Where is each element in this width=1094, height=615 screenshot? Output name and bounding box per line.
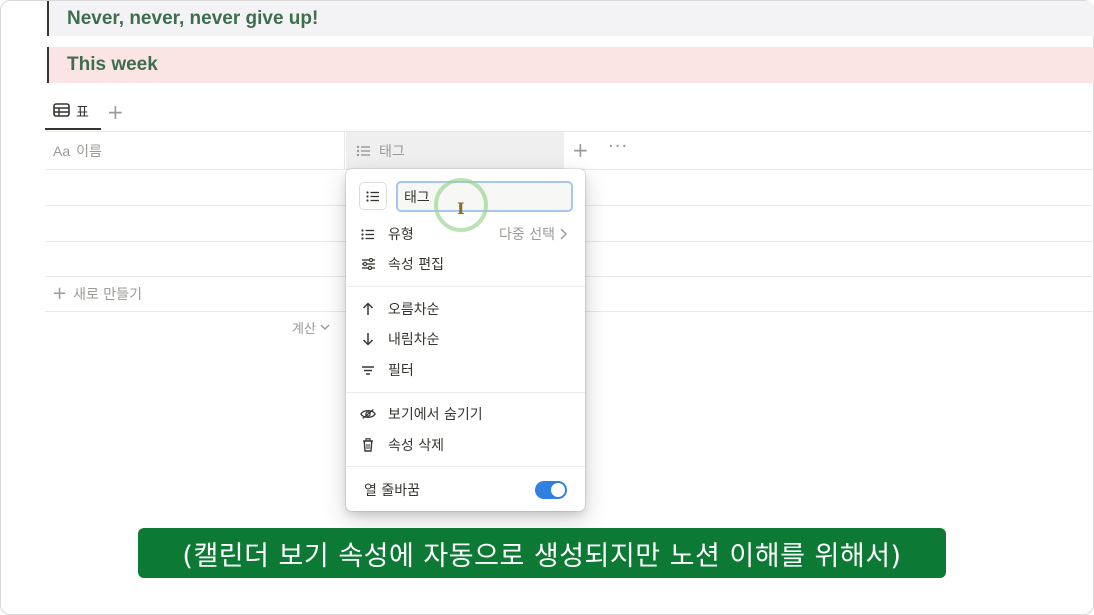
callout-text: Never, never, never give up! — [67, 7, 319, 29]
menu-item-edit-property[interactable]: 속성 편집 — [346, 250, 585, 278]
menu-item-label: 열 줄바꿈 — [364, 483, 420, 499]
column-label: 태그 — [379, 143, 405, 160]
menu-item-label: 오름차순 — [388, 302, 440, 318]
list-icon — [360, 228, 376, 240]
menu-item-type[interactable]: 유형 다중 선택 — [346, 220, 585, 248]
trash-icon — [360, 438, 376, 452]
calculate-button[interactable]: 계산 — [292, 318, 330, 337]
wrap-toggle[interactable] — [535, 481, 567, 499]
menu-divider — [346, 286, 585, 287]
menu-item-delete-property[interactable]: 속성 삭제 — [346, 431, 585, 459]
menu-item-label: 내림차순 — [388, 332, 440, 348]
arrow-up-icon — [360, 302, 376, 316]
menu-item-label: 필터 — [388, 363, 414, 379]
column-label: 이름 — [76, 143, 102, 160]
menu-item-label: 유형 — [388, 227, 414, 243]
menu-item-label: 보기에서 숨기기 — [388, 407, 483, 423]
text-cursor-icon: I — [457, 199, 465, 218]
view-tabs: 표 + — [45, 96, 1094, 132]
property-icon-button[interactable] — [359, 182, 387, 210]
plus-icon: + — [52, 283, 68, 304]
column-header-name[interactable]: Aa 이름 — [45, 132, 345, 169]
arrow-down-icon — [360, 332, 376, 346]
more-options-button[interactable]: ··· — [608, 136, 628, 157]
new-row-button[interactable]: + 새로 만들기 — [52, 283, 142, 304]
tab-label: 표 — [76, 105, 89, 121]
type-value: 다중 선택 — [499, 224, 567, 244]
menu-item-label: 속성 삭제 — [388, 438, 444, 454]
menu-item-label: 속성 편집 — [388, 257, 444, 273]
calc-label: 계산 — [292, 322, 316, 337]
menu-item-hide-in-view[interactable]: 보기에서 숨기기 — [346, 400, 585, 428]
eye-off-icon — [360, 408, 376, 420]
video-subtitle: (캘린더 보기 속성에 자동으로 생성되지만 노션 이해를 위해서) — [138, 528, 946, 578]
list-icon — [356, 145, 371, 157]
callout-this-week: This week — [47, 47, 1094, 83]
add-column-button[interactable]: + — [572, 138, 589, 162]
tab-table-view[interactable]: 표 — [45, 96, 101, 130]
chevron-right-icon — [559, 228, 567, 240]
chevron-down-icon — [320, 320, 330, 335]
sliders-icon — [360, 258, 376, 270]
menu-item-sort-ascending[interactable]: 오름차순 — [346, 295, 585, 323]
callout-text: This week — [67, 54, 158, 75]
filter-icon — [360, 365, 376, 376]
menu-item-sort-descending[interactable]: 내림차순 — [346, 325, 585, 353]
table-header-row: Aa 이름 태그 + ··· — [45, 132, 1094, 170]
list-icon — [366, 190, 380, 202]
menu-item-wrap-column[interactable]: 열 줄바꿈 — [346, 476, 585, 504]
property-menu: I 유형 다중 선택 속성 편집 오름차순 — [346, 169, 585, 511]
type-value-label: 다중 선택 — [499, 227, 555, 243]
menu-divider — [346, 466, 585, 467]
new-row-label: 새로 만들기 — [73, 286, 142, 303]
menu-item-filter[interactable]: 필터 — [346, 356, 585, 384]
table-icon — [53, 103, 70, 121]
column-header-tag[interactable]: 태그 — [346, 132, 564, 169]
callout-never-give-up: Never, never, never give up! — [47, 1, 1094, 36]
add-view-button[interactable]: + — [107, 100, 124, 124]
notion-page: Never, never, never give up! This week 표… — [0, 0, 1094, 615]
text-icon: Aa — [53, 142, 71, 159]
menu-divider — [346, 392, 585, 393]
